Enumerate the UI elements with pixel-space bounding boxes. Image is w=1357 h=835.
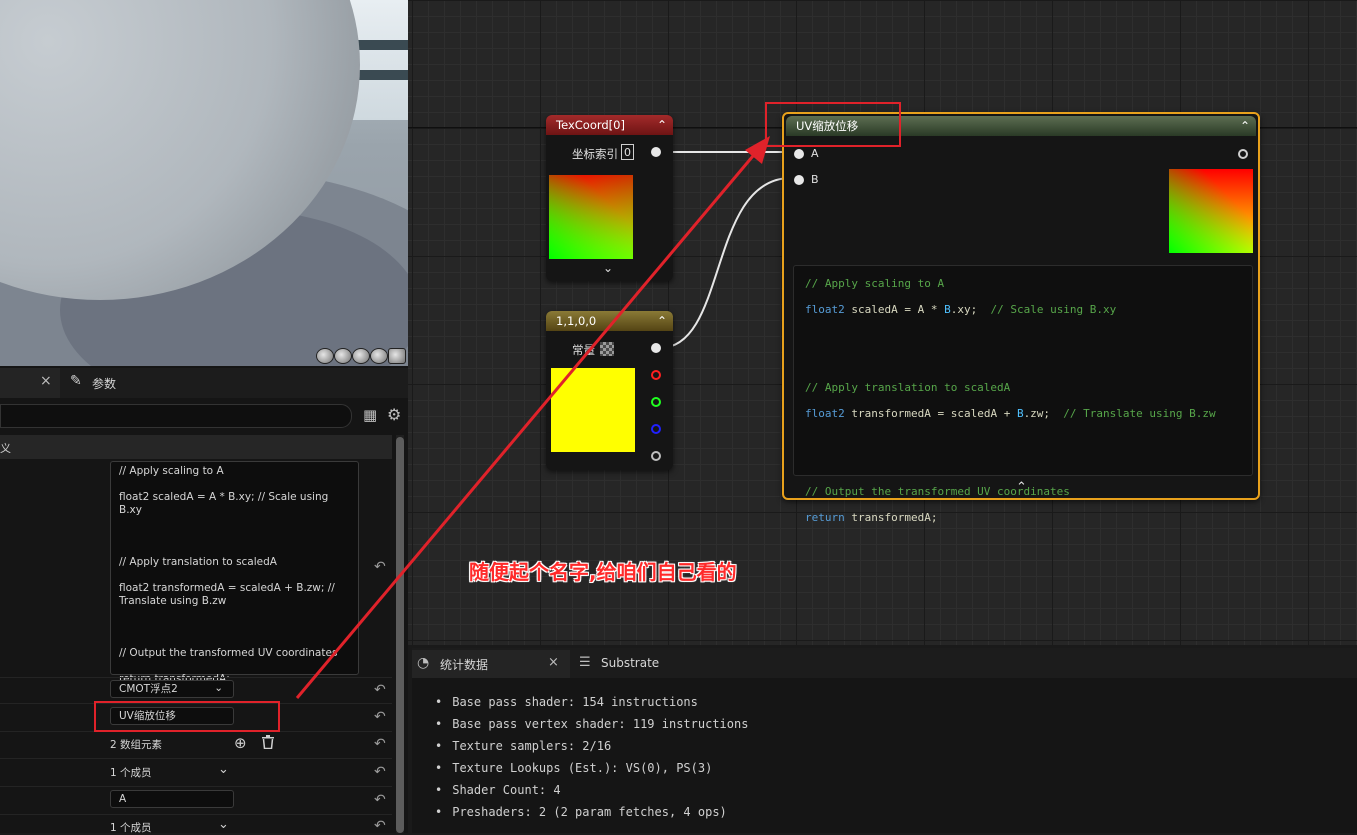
annotation-arrow bbox=[295, 136, 770, 699]
annotation-text: 随便起个名字,给咱们自己看的 bbox=[469, 560, 737, 584]
